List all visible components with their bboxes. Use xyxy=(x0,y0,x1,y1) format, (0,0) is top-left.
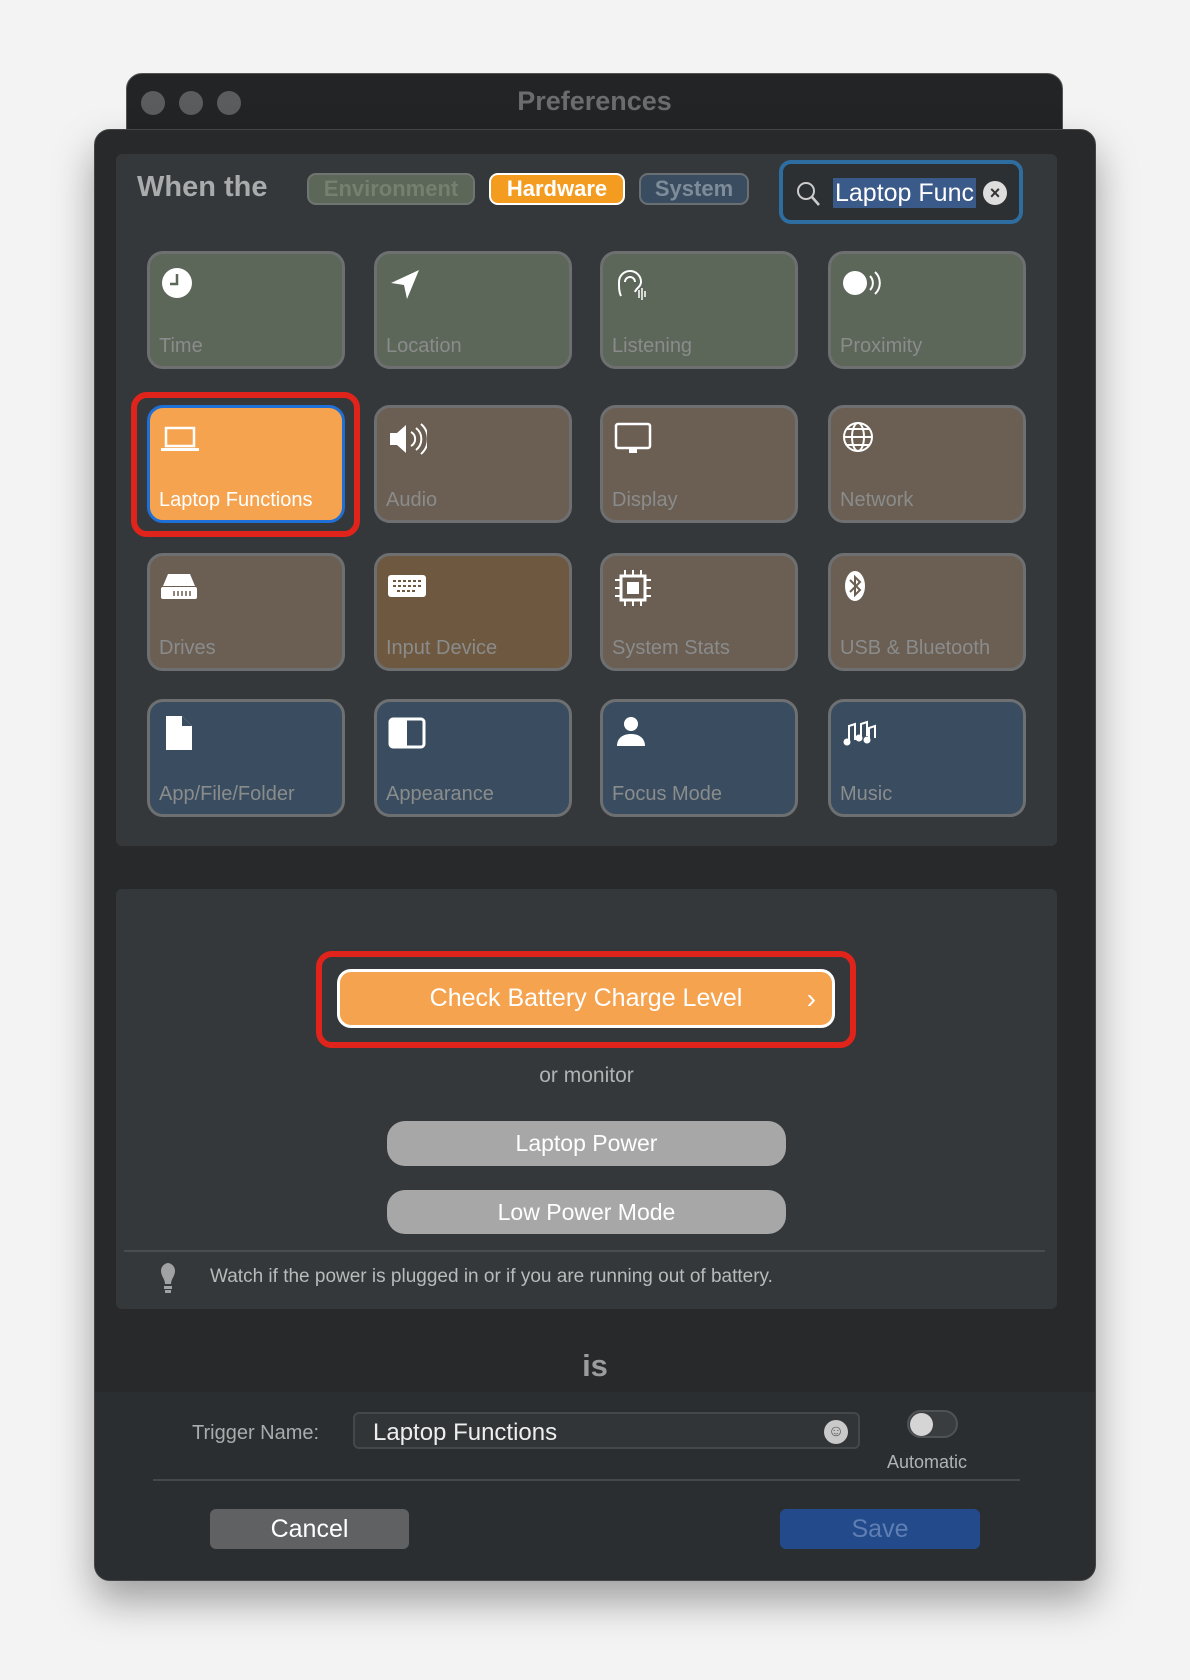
keyboard-icon xyxy=(388,575,426,597)
divider xyxy=(124,1250,1045,1252)
laptop-power-button[interactable]: Laptop Power xyxy=(387,1121,786,1166)
tile-display[interactable]: Display xyxy=(600,405,798,523)
preferences-sheet: When the Environment Hardware System Lap… xyxy=(94,129,1096,1581)
tab-environment[interactable]: Environment xyxy=(307,173,475,205)
emoji-picker-icon[interactable]: ☺ xyxy=(824,1420,848,1444)
lightbulb-icon xyxy=(160,1263,176,1293)
tile-app-file-folder[interactable]: App/File/Folder xyxy=(147,699,345,817)
chevron-right-icon: › xyxy=(806,983,816,1014)
ear-icon xyxy=(617,270,646,300)
trigger-name-label: Trigger Name: xyxy=(192,1422,320,1444)
tile-label: Drives xyxy=(159,637,216,659)
location-arrow-icon xyxy=(391,270,419,299)
tile-label: Appearance xyxy=(386,783,494,805)
search-field[interactable]: Laptop Func × xyxy=(779,160,1023,224)
when-label: When the xyxy=(137,171,268,203)
tile-label: App/File/Folder xyxy=(159,783,295,805)
trigger-name-input[interactable]: Laptop Functions xyxy=(373,1419,557,1447)
search-input[interactable]: Laptop Func xyxy=(833,178,976,208)
tile-label: Time xyxy=(159,335,203,357)
appearance-icon xyxy=(388,717,426,749)
automatic-toggle[interactable] xyxy=(907,1410,958,1438)
tile-label: Audio xyxy=(386,489,438,511)
highlight-box-tile xyxy=(131,392,360,537)
trigger-name-field[interactable]: Laptop Functions ☺ xyxy=(353,1412,860,1449)
globe-icon xyxy=(843,422,873,452)
tile-label: Display xyxy=(612,489,678,511)
tile-input-device[interactable]: Input Device xyxy=(374,553,572,671)
tile-usb-bluetooth[interactable]: USB & Bluetooth xyxy=(828,553,1026,671)
tile-listening[interactable]: Listening xyxy=(600,251,798,369)
tile-proximity[interactable]: Proximity xyxy=(828,251,1026,369)
tab-hardware[interactable]: Hardware xyxy=(489,173,625,205)
bluetooth-icon xyxy=(845,571,865,601)
search-icon xyxy=(797,182,820,206)
proximity-icon xyxy=(843,271,881,295)
tile-network[interactable]: Network xyxy=(828,405,1026,523)
tab-system[interactable]: System xyxy=(639,173,749,205)
is-label: is xyxy=(582,1348,608,1383)
or-monitor-label: or monitor xyxy=(539,1064,634,1087)
tile-focus-mode[interactable]: Focus Mode xyxy=(600,699,798,817)
cancel-button[interactable]: Cancel xyxy=(210,1509,409,1549)
window-title: Preferences xyxy=(517,86,672,116)
tile-label: Listening xyxy=(612,335,693,357)
tile-music[interactable]: Music xyxy=(828,699,1026,817)
tile-label: Network xyxy=(840,489,914,511)
tile-label: System Stats xyxy=(612,637,730,659)
cpu-icon xyxy=(615,570,651,606)
speaker-icon xyxy=(390,423,427,455)
toggle-knob xyxy=(910,1413,933,1436)
drive-icon xyxy=(161,574,197,599)
tile-location[interactable]: Location xyxy=(374,251,572,369)
divider xyxy=(153,1479,1020,1481)
options-panel: Check Battery Charge Level › or monitor … xyxy=(116,889,1057,1309)
check-battery-charge-level-button[interactable]: Check Battery Charge Level › xyxy=(337,969,835,1028)
tile-label: USB & Bluetooth xyxy=(840,637,991,659)
tile-label: Location xyxy=(386,335,462,357)
primary-option-label: Check Battery Charge Level xyxy=(429,984,743,1012)
file-icon xyxy=(166,716,192,750)
tile-system-stats[interactable]: System Stats xyxy=(600,553,798,671)
clear-search-icon[interactable]: × xyxy=(983,181,1007,205)
display-icon xyxy=(614,422,652,453)
person-icon xyxy=(617,717,645,746)
music-icon xyxy=(843,720,876,746)
tile-label: Proximity xyxy=(840,335,923,357)
footer: Trigger Name: Laptop Functions ☺ Automat… xyxy=(95,1392,1095,1580)
tile-audio[interactable]: Audio xyxy=(374,405,572,523)
tile-time[interactable]: Time xyxy=(147,251,345,369)
tile-label: Focus Mode xyxy=(612,783,723,805)
tile-appearance[interactable]: Appearance xyxy=(374,699,572,817)
low-power-mode-button[interactable]: Low Power Mode xyxy=(387,1190,786,1234)
tile-drives[interactable]: Drives xyxy=(147,553,345,671)
save-button[interactable]: Save xyxy=(780,1509,980,1549)
tile-label: Music xyxy=(840,783,893,805)
automatic-label: Automatic xyxy=(887,1452,968,1472)
hint-text: Watch if the power is plugged in or if y… xyxy=(210,1266,773,1287)
clock-icon xyxy=(162,268,192,298)
tile-label: Input Device xyxy=(386,637,498,659)
